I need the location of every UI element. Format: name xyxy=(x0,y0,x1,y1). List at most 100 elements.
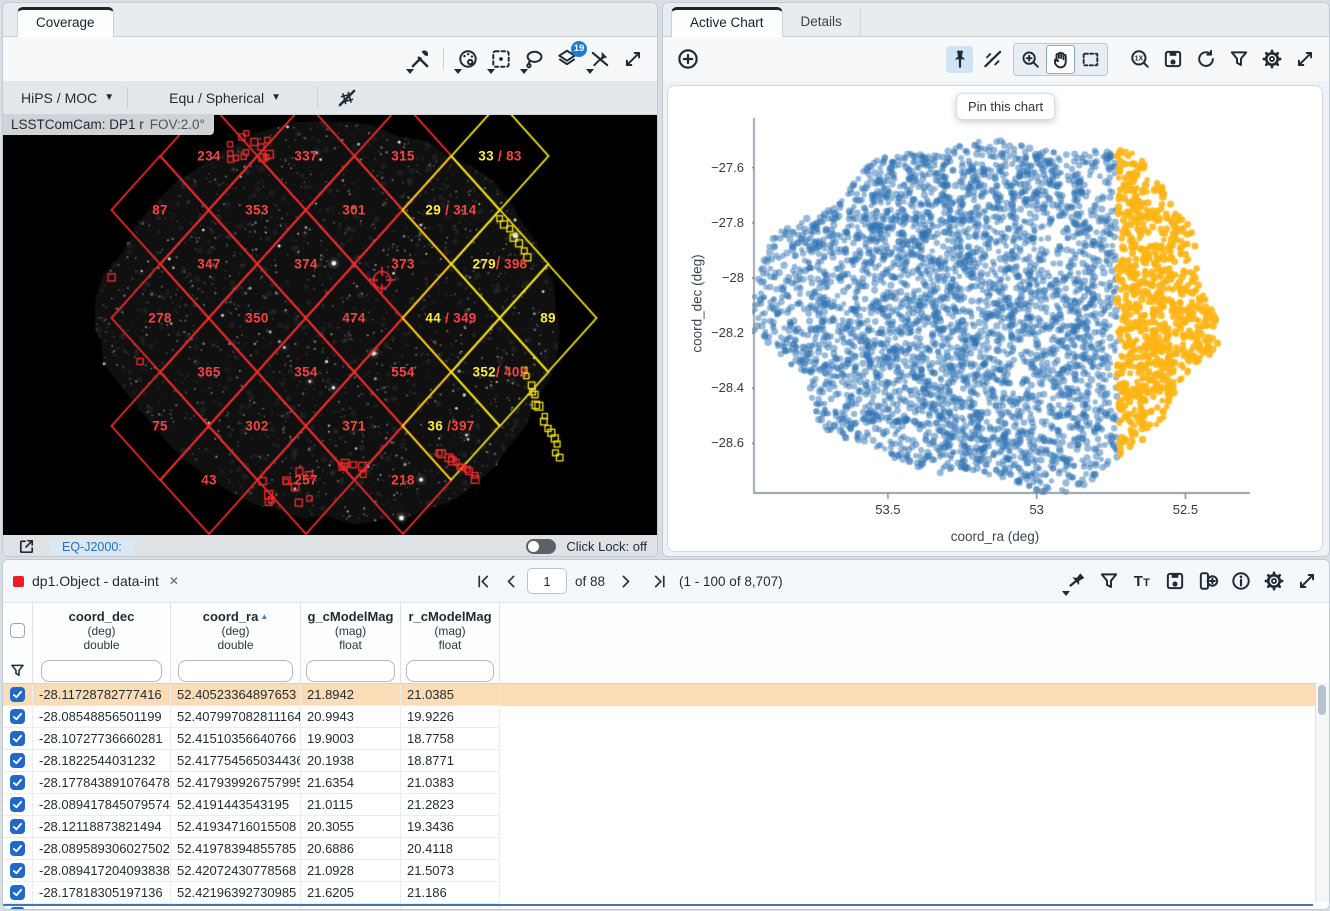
table-row[interactable]: -28.1211887382149452.4193471601550820.30… xyxy=(3,816,1329,838)
first-page-button[interactable] xyxy=(471,569,495,593)
cell: -28.1822544031232 xyxy=(33,750,171,772)
recenter-icon[interactable] xyxy=(487,46,514,73)
column-header-g_cModelMag[interactable]: g_cModelMag(mag)float xyxy=(301,603,401,658)
next-page-button[interactable] xyxy=(613,569,637,593)
last-page-button[interactable] xyxy=(647,569,671,593)
table-settings-icon[interactable] xyxy=(1260,568,1287,595)
table-row[interactable]: -28.08958930602750252.4197839485578520.6… xyxy=(3,838,1329,860)
toggle-points-icon[interactable] xyxy=(979,46,1006,73)
save-table-icon[interactable] xyxy=(1161,568,1188,595)
chart-settings-icon[interactable] xyxy=(1258,46,1285,73)
hips-moc-dropdown[interactable]: HiPS / MOC▼ xyxy=(15,90,120,106)
table-title: dp1.Object - data-int xyxy=(32,573,159,589)
tab-coverage[interactable]: Coverage xyxy=(17,7,114,37)
filter-table-icon[interactable] xyxy=(1095,568,1122,595)
row-checkbox[interactable] xyxy=(10,753,25,768)
filter-input-coord_ra[interactable] xyxy=(178,660,292,682)
table-row[interactable]: -28.08941720409383852.4207243077856821.0… xyxy=(3,860,1329,882)
chart-toolbar: 1X xyxy=(663,37,1329,81)
zoom-in-icon[interactable] xyxy=(1017,46,1044,73)
scrollbar-thumb[interactable] xyxy=(1318,685,1326,715)
row-checkbox[interactable] xyxy=(10,731,25,746)
table-toolbar: TT xyxy=(1059,568,1323,595)
table-row[interactable]: -28.1781830519713652.4219639273098521.62… xyxy=(3,882,1329,904)
hips-moc-label: HiPS / MOC xyxy=(21,90,97,106)
row-checkbox[interactable] xyxy=(10,885,25,900)
row-checkbox[interactable] xyxy=(10,819,25,834)
add-column-icon[interactable] xyxy=(1194,568,1221,595)
expand-icon[interactable] xyxy=(619,46,646,73)
info-icon[interactable] xyxy=(1227,568,1254,595)
chart-region: 53.55352.5−27.6−27.8−28−28.2−28.4−28.6 c… xyxy=(663,81,1329,556)
filter-input-g_cModelMag[interactable] xyxy=(306,660,395,682)
table-row[interactable]: -28.17784389107647852.41793992675799521.… xyxy=(3,772,1329,794)
pin-table-icon[interactable] xyxy=(1062,568,1089,595)
scatter-plot-canvas[interactable] xyxy=(752,116,1252,502)
filter-chart-icon[interactable] xyxy=(1225,46,1252,73)
table-title-group[interactable]: dp1.Object - data-int ✕ xyxy=(13,573,179,589)
color-palette-icon[interactable] xyxy=(454,46,481,73)
tab-active-chart[interactable]: Active Chart xyxy=(671,7,783,37)
column-header-coord_ra[interactable]: coord_ra▲(deg)double xyxy=(171,603,301,658)
cell: 52.407997082811164 xyxy=(171,706,301,728)
row-checkbox[interactable] xyxy=(10,797,25,812)
row-checkbox[interactable] xyxy=(10,841,25,856)
table-row[interactable]: -28.08941784507957452.419144354319521.01… xyxy=(3,794,1329,816)
cell: -28.089417204093838 xyxy=(33,860,171,882)
row-checkbox[interactable] xyxy=(10,709,25,724)
table-vertical-scrollbar[interactable] xyxy=(1315,683,1329,902)
expand-chart-icon[interactable] xyxy=(1291,46,1318,73)
cell: 52.417754565034436 xyxy=(171,750,301,772)
table-row[interactable]: -28.182254403123252.41775456503443620.19… xyxy=(3,750,1329,772)
filter-input-coord_dec[interactable] xyxy=(41,660,162,682)
click-lock-toggle[interactable] xyxy=(526,539,556,554)
row-checkbox[interactable] xyxy=(10,775,25,790)
sort-asc-icon: ▲ xyxy=(260,612,268,621)
pin-chart-icon[interactable] xyxy=(946,46,973,73)
column-header-r_cModelMag[interactable]: r_cModelMag(mag)float xyxy=(401,603,500,658)
filter-input-r_cModelMag[interactable] xyxy=(406,660,494,682)
page-number-input[interactable] xyxy=(527,568,567,594)
cell: 21.0928 xyxy=(301,860,401,882)
layers-icon[interactable]: 19 xyxy=(553,46,580,73)
cell: 52.4191443543195 xyxy=(171,794,301,816)
y-tick-label: −27.6 xyxy=(686,160,744,175)
save-chart-icon[interactable] xyxy=(1159,46,1186,73)
row-checkbox[interactable] xyxy=(10,863,25,878)
click-lock-label: Click Lock: off xyxy=(566,539,647,554)
tools-icon[interactable] xyxy=(406,46,433,73)
tab-details-label: Details xyxy=(801,14,842,29)
zoom-original-icon[interactable]: 1X xyxy=(1126,46,1153,73)
restore-chart-icon[interactable] xyxy=(1192,46,1219,73)
prev-page-button[interactable] xyxy=(499,569,523,593)
close-table-icon[interactable]: ✕ xyxy=(169,574,179,588)
table-row[interactable]: -28.0854885650119952.40799708281116420.9… xyxy=(3,706,1329,728)
table-row[interactable]: -28.1172878277741652.4052336489765321.89… xyxy=(3,684,1329,706)
table-scroll-divider[interactable] xyxy=(3,904,1313,906)
sky-map-canvas[interactable] xyxy=(3,115,657,535)
select-all-checkbox[interactable] xyxy=(10,623,25,638)
expand-table-icon[interactable] xyxy=(1293,568,1320,595)
cell: -28.089417845079574 xyxy=(33,794,171,816)
column-header-coord_dec[interactable]: coord_dec(deg)double xyxy=(33,603,171,658)
row-checkbox[interactable] xyxy=(10,687,25,702)
row-checkbox[interactable] xyxy=(10,907,25,910)
cell: 20.3055 xyxy=(301,816,401,838)
table-row[interactable]: -28.1072773666028152.4151035664076619.90… xyxy=(3,728,1329,750)
cell: -28.17818305197136 xyxy=(33,882,171,904)
tab-details[interactable]: Details xyxy=(783,8,861,36)
grid-off-icon[interactable] xyxy=(333,84,360,111)
projection-dropdown[interactable]: Equ / Spherical▼ xyxy=(163,90,287,106)
pan-icon[interactable] xyxy=(1046,45,1075,74)
cell: -28.12118873821494 xyxy=(33,816,171,838)
y-axis-title: coord_dec (deg) xyxy=(690,239,705,369)
select-area-icon[interactable] xyxy=(1077,46,1104,73)
x-tick-label: 53 xyxy=(1012,502,1062,517)
add-chart-icon[interactable] xyxy=(674,46,701,73)
sky-map[interactable]: 23433731533 / 838735330129 / 31434737437… xyxy=(3,115,657,535)
text-view-icon[interactable]: TT xyxy=(1128,568,1155,595)
lasso-select-icon[interactable] xyxy=(520,46,547,73)
unpin-all-icon[interactable] xyxy=(586,46,613,73)
chart-tabbar: Active Chart Details xyxy=(663,3,1329,37)
external-link-icon[interactable] xyxy=(13,533,40,557)
